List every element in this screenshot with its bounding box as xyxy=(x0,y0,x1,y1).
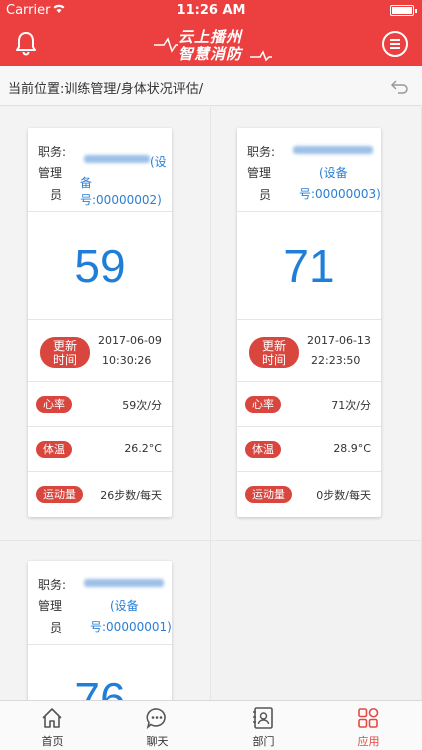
device-id: 号:00000003) xyxy=(299,187,381,201)
redacted-name xyxy=(84,155,150,163)
redacted-name xyxy=(84,579,164,587)
device-id: 号:00000001) xyxy=(90,620,172,634)
back-icon[interactable] xyxy=(390,76,410,96)
temperature-row: 体温 28.9°C xyxy=(237,427,381,472)
tab-home[interactable]: 首页 xyxy=(0,701,105,750)
device-id: (设 xyxy=(150,155,167,169)
heart-rate-tag: 心率 xyxy=(245,396,281,413)
temperature-value: 26.2°C xyxy=(124,442,162,455)
apps-icon xyxy=(358,707,379,728)
activity-tag: 运动量 xyxy=(36,486,83,503)
heart-rate-row: 心率 59次/分 xyxy=(28,382,172,427)
tab-bar: 首页 聊天 部门 应用 xyxy=(0,700,422,750)
activity-tag: 运动量 xyxy=(245,486,292,503)
update-time: 10:30:26 xyxy=(102,354,152,367)
heart-rate-value: 71次/分 xyxy=(331,399,371,412)
job-key: 管理 xyxy=(38,599,63,613)
status-bar: Carrier 11:26 AM xyxy=(0,0,422,22)
tab-label: 首页 xyxy=(41,735,64,748)
chat-icon xyxy=(146,708,166,730)
app-logo: 云上播州 智慧消防 xyxy=(150,25,272,63)
breadcrumb-text: 当前位置:训练管理/身体状况评估/ xyxy=(8,82,204,97)
device-id: (设备 xyxy=(110,599,139,613)
update-time-tag: 更新 时间 xyxy=(249,337,299,368)
temperature-tag: 体温 xyxy=(36,441,72,458)
nav-bar: 云上播州 智慧消防 xyxy=(0,22,422,66)
redacted-name xyxy=(293,146,373,154)
temperature-value: 28.9°C xyxy=(333,442,371,455)
tab-label: 聊天 xyxy=(146,735,169,748)
update-time-row: 更新 时间 2017-06-09 10:30:26 xyxy=(28,320,172,382)
heart-rate-value: 59次/分 xyxy=(122,399,162,412)
assessment-card[interactable]: 职务: 管理 员 (设 备号:00000002) 59 更新 时间 2017-0… xyxy=(28,128,172,517)
tag-line: 更新 xyxy=(52,339,77,353)
menu-icon[interactable] xyxy=(382,31,408,57)
tag-line: 更新 xyxy=(261,339,286,353)
update-time-row: 更新 时间 2017-06-13 22:23:50 xyxy=(237,320,381,382)
tab-department[interactable]: 部门 xyxy=(211,701,316,750)
job-key: 员 xyxy=(50,621,63,635)
activity-value: 0步数/每天 xyxy=(316,489,371,502)
card-header: 职务: 管理 员 (设备 号:00000003) xyxy=(237,128,381,212)
job-key: 员 xyxy=(259,188,272,202)
bell-icon[interactable] xyxy=(14,30,38,56)
score-value: 71 xyxy=(237,212,381,320)
contacts-icon xyxy=(253,707,273,729)
heart-rate-row: 心率 71次/分 xyxy=(237,382,381,427)
device-id: 备号:00000002) xyxy=(80,176,162,207)
tag-line: 时间 xyxy=(261,353,286,367)
job-key: 管理 xyxy=(247,166,272,180)
activity-row: 运动量 0步数/每天 xyxy=(237,472,381,517)
temperature-tag: 体温 xyxy=(245,441,281,458)
score-value: 59 xyxy=(28,212,172,320)
temperature-row: 体温 26.2°C xyxy=(28,427,172,472)
card-header: 职务: 管理 员 (设备 号:00000001) xyxy=(28,561,172,645)
logo-line-2: 智慧消防 xyxy=(178,45,243,63)
clock: 11:26 AM xyxy=(176,3,246,18)
assessment-card[interactable]: 职务: 管理 员 (设备 号:00000003) 71 更新 时间 2017-0… xyxy=(237,128,381,517)
heart-rate-tag: 心率 xyxy=(36,396,72,413)
tag-line: 时间 xyxy=(52,353,77,367)
update-time-tag: 更新 时间 xyxy=(40,337,90,368)
activity-value: 26步数/每天 xyxy=(100,489,162,502)
score-value: 76 xyxy=(28,645,172,700)
assessment-card[interactable]: 职务: 管理 员 (设备 号:00000001) 76 xyxy=(28,561,172,700)
home-icon xyxy=(42,708,62,728)
update-date: 2017-06-13 xyxy=(307,334,371,347)
battery-icon xyxy=(390,5,417,16)
job-key: 职务: xyxy=(38,145,67,159)
breadcrumb: 当前位置:训练管理/身体状况评估/ xyxy=(0,66,422,106)
assessment-grid: 职务: 管理 员 (设 备号:00000002) 59 更新 时间 2017-0… xyxy=(0,107,422,700)
job-key: 职务: xyxy=(247,145,276,159)
update-time: 22:23:50 xyxy=(311,354,361,367)
job-key: 职务: xyxy=(38,578,67,592)
job-key: 管理 xyxy=(38,166,63,180)
device-id: (设备 xyxy=(319,166,348,180)
tab-label: 应用 xyxy=(357,735,380,748)
update-date: 2017-06-09 xyxy=(98,334,162,347)
card-header: 职务: 管理 员 (设 备号:00000002) xyxy=(28,128,172,212)
activity-row: 运动量 26步数/每天 xyxy=(28,472,172,517)
job-key: 员 xyxy=(50,188,63,202)
grid-cell xyxy=(211,541,422,700)
tab-label: 部门 xyxy=(252,735,275,748)
tab-apps[interactable]: 应用 xyxy=(316,701,421,750)
tab-chat[interactable]: 聊天 xyxy=(105,701,210,750)
